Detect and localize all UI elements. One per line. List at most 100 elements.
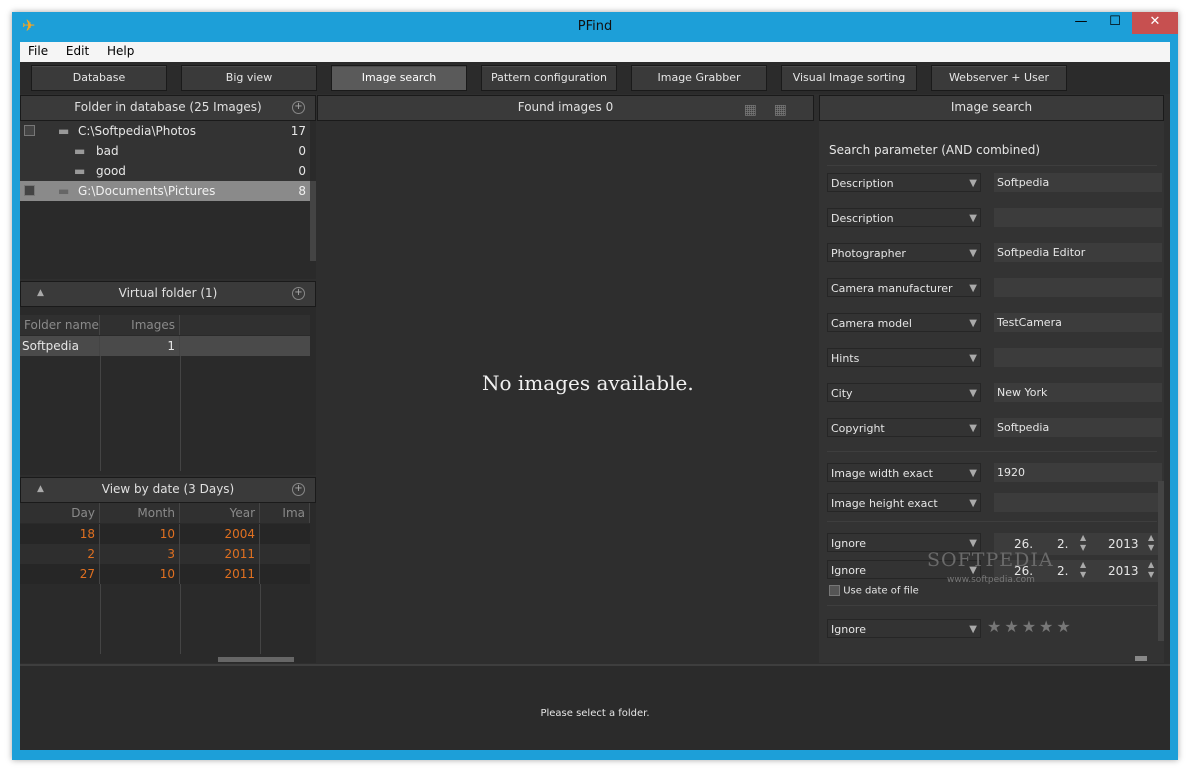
- column-year[interactable]: Year: [180, 503, 260, 523]
- field-value-input[interactable]: Softpedia Editor: [994, 243, 1162, 262]
- field-value-input[interactable]: TestCamera: [994, 313, 1162, 332]
- folder-row[interactable]: ▬ bad 0: [20, 141, 310, 161]
- rating-mode-selector[interactable]: Ignore ▼: [827, 619, 981, 638]
- folder-count: 0: [298, 164, 306, 178]
- month-spinner-icon[interactable]: ▲ ▼: [1080, 560, 1086, 580]
- close-button[interactable]: ✕: [1132, 12, 1178, 34]
- folders-scrollbar[interactable]: [310, 181, 316, 261]
- use-date-checkbox[interactable]: [829, 585, 840, 596]
- date-row[interactable]: 27 10 2011: [20, 564, 310, 584]
- menu-help[interactable]: Help: [99, 42, 140, 58]
- field-selector[interactable]: Hints ▼: [827, 348, 981, 367]
- collapse-icon[interactable]: ▲: [37, 478, 44, 501]
- date-row[interactable]: 18 10 2004: [20, 524, 310, 544]
- checkbox-icon[interactable]: [24, 185, 35, 196]
- chevron-down-icon: ▼: [969, 498, 977, 509]
- tab-database[interactable]: Database: [31, 65, 167, 91]
- chevron-down-icon: ▼: [969, 248, 977, 259]
- field-selector-label: Camera manufacturer: [831, 282, 953, 295]
- date-hscrollbar[interactable]: [218, 657, 294, 662]
- field-value-input[interactable]: [994, 208, 1162, 227]
- search-scrollbar[interactable]: [1158, 481, 1164, 641]
- tab-big-view[interactable]: Big view: [181, 65, 317, 91]
- tab-image-grabber[interactable]: Image Grabber: [631, 65, 767, 91]
- use-date-of-file-option[interactable]: Use date of file: [829, 585, 919, 597]
- column-images[interactable]: Ima: [260, 503, 310, 523]
- date-row[interactable]: 2 3 2011: [20, 544, 310, 564]
- year-spinner-icon[interactable]: ▲ ▼: [1148, 560, 1154, 580]
- star-icon[interactable]: ★: [1022, 617, 1036, 636]
- chevron-down-icon: ▼: [969, 353, 977, 364]
- folder-count: 8: [298, 184, 306, 198]
- date-month: 3: [100, 544, 180, 564]
- field-selector[interactable]: City ▼: [827, 383, 981, 402]
- grid-view-small-icon[interactable]: ▦: [744, 99, 757, 122]
- field-selector[interactable]: Description ▼: [827, 208, 981, 227]
- menu-edit[interactable]: Edit: [58, 42, 95, 58]
- separator: [827, 521, 1157, 522]
- date-month: 2.: [1057, 537, 1069, 551]
- tab-pattern-configuration[interactable]: Pattern configuration: [481, 65, 617, 91]
- tab-visual-image-sorting[interactable]: Visual Image sorting: [781, 65, 917, 91]
- folder-row[interactable]: ▬ C:\Softpedia\Photos 17: [20, 121, 310, 141]
- chevron-down-icon: ▼: [969, 213, 977, 224]
- folder-row[interactable]: ▬ good 0: [20, 161, 310, 181]
- grid-view-large-icon[interactable]: ▦: [774, 99, 787, 122]
- column-folder-name[interactable]: Folder name: [20, 315, 100, 335]
- field-selector[interactable]: Description ▼: [827, 173, 981, 192]
- status-area: Please select a folder.: [20, 664, 1170, 750]
- star-icon[interactable]: ★: [1056, 617, 1070, 636]
- field-value-input[interactable]: New York: [994, 383, 1162, 402]
- rating-stars[interactable]: ★ ★ ★ ★ ★: [987, 617, 1074, 638]
- field-value-input[interactable]: Softpedia: [994, 173, 1162, 192]
- field-selector-label: City: [831, 387, 853, 400]
- field-value-input[interactable]: [994, 348, 1162, 367]
- folder-icon: ▬: [58, 184, 70, 198]
- date-year: 2013: [1108, 564, 1139, 578]
- folder-name: bad: [96, 144, 119, 158]
- field-selector[interactable]: Camera manufacturer ▼: [827, 278, 981, 297]
- title-bar[interactable]: ✈ PFind — ☐ ✕: [12, 12, 1178, 42]
- star-icon[interactable]: ★: [1004, 617, 1018, 636]
- date-month: 10: [100, 524, 180, 544]
- field-value-input[interactable]: [994, 278, 1162, 297]
- collapse-icon[interactable]: ▲: [37, 282, 44, 305]
- add-virtual-folder-icon[interactable]: +: [292, 287, 305, 300]
- add-date-icon[interactable]: +: [292, 483, 305, 496]
- column-month[interactable]: Month: [100, 503, 180, 523]
- column-images[interactable]: Images: [100, 315, 180, 335]
- star-icon[interactable]: ★: [1039, 617, 1053, 636]
- grid-divider: [260, 584, 261, 654]
- size-selector[interactable]: Image width exact ▼: [827, 463, 981, 482]
- folder-row-selected[interactable]: ▬ G:\Documents\Pictures 8: [20, 181, 310, 201]
- menu-file[interactable]: File: [20, 42, 54, 58]
- field-selector[interactable]: Camera model ▼: [827, 313, 981, 332]
- date-year: 2013: [1108, 537, 1139, 551]
- virtual-panel-title: Virtual folder (1): [118, 286, 218, 300]
- maximize-button[interactable]: ☐: [1098, 12, 1132, 34]
- folder-name: good: [96, 164, 126, 178]
- virtual-row[interactable]: Softpedia 1: [20, 336, 310, 356]
- year-spinner-icon[interactable]: ▲ ▼: [1148, 533, 1154, 553]
- date-month: 10: [100, 564, 180, 584]
- field-value-input[interactable]: Softpedia: [994, 418, 1162, 437]
- column-day[interactable]: Day: [20, 503, 100, 523]
- size-selector[interactable]: Image height exact ▼: [827, 493, 981, 512]
- grid-divider: [180, 356, 181, 471]
- chevron-down-icon: ▼: [969, 388, 977, 399]
- month-spinner-icon[interactable]: ▲ ▼: [1080, 533, 1086, 553]
- field-selector[interactable]: Copyright ▼: [827, 418, 981, 437]
- star-icon[interactable]: ★: [987, 617, 1001, 636]
- tab-webserver-user[interactable]: Webserver + User: [931, 65, 1067, 91]
- add-folder-icon[interactable]: +: [292, 101, 305, 114]
- separator: [827, 605, 1157, 606]
- search-hscroll-thumb[interactable]: [1135, 656, 1147, 661]
- field-selector[interactable]: Photographer ▼: [827, 243, 981, 262]
- tab-image-search[interactable]: Image search: [331, 65, 467, 91]
- no-images-message: No images available.: [482, 371, 694, 395]
- size-value-input[interactable]: [994, 493, 1162, 512]
- checkbox-icon[interactable]: [24, 125, 35, 136]
- size-value-input[interactable]: 1920: [994, 463, 1162, 482]
- folder-icon: ▬: [74, 144, 86, 158]
- minimize-button[interactable]: —: [1064, 12, 1098, 34]
